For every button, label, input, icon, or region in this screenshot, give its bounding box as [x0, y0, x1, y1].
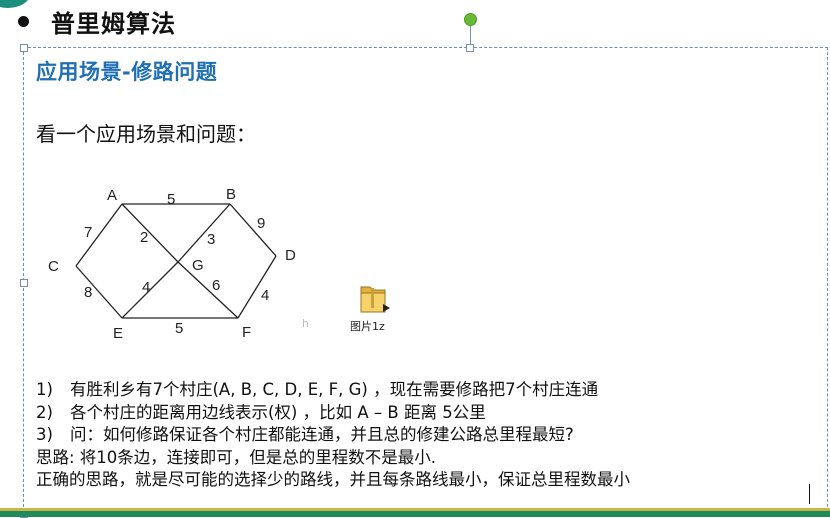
problem-number: 3) — [36, 425, 53, 444]
file-attachment-label: 图片1z — [350, 320, 385, 333]
edge-weight-E-G: 4 — [142, 279, 150, 296]
slide-bottom-bar — [0, 508, 830, 517]
slide-subtitle[interactable]: 应用场景-修路问题 — [36, 56, 217, 86]
edge-C-E — [75, 265, 123, 319]
edge-weight-A-G: 2 — [140, 229, 148, 246]
edge-B-D — [229, 203, 277, 257]
text-cursor — [809, 484, 810, 504]
problem-number: 1) — [36, 380, 53, 399]
resize-handle-top[interactable] — [466, 44, 474, 52]
slide-title-row: 普里姆算法 — [18, 4, 176, 38]
problem-number: 2) — [36, 402, 53, 422]
problem-text-block[interactable]: 1) 有胜利乡有7个村庄(A, B, C, D, E, F, G) ，现在需要修路… — [36, 379, 630, 492]
problem-text: 有胜利乡有7个村庄(A, B, C, D, E, F, G) ，现在需要修路把7… — [70, 380, 599, 399]
problem-text: 问：如何修路保证各个村庄都能连通，并且总的修建公路总里程最短? — [70, 425, 574, 444]
edge-weight-A-B: 5 — [167, 191, 175, 208]
problem-text: 各个村庄的距离用边线表示(权) ，比如 A – B 距离 5公里 — [70, 402, 486, 422]
edge-A-C — [75, 203, 123, 267]
edge-A-G — [121, 203, 179, 263]
resize-handle-top-left[interactable] — [20, 44, 28, 52]
node-label-E: E — [113, 325, 123, 342]
edge-weight-D-F: 4 — [261, 287, 269, 304]
node-label-B: B — [226, 186, 236, 203]
node-label-D: D — [285, 247, 296, 264]
edge-G-F — [177, 261, 239, 319]
rotate-handle-stem — [470, 24, 471, 46]
edge-weight-C-E: 8 — [84, 284, 92, 301]
file-attachment[interactable] — [354, 282, 394, 320]
node-label-A: A — [107, 187, 117, 204]
edge-weight-G-F: 6 — [212, 277, 220, 294]
edge-weight-B-D: 9 — [257, 215, 265, 232]
edge-weight-A-C: 7 — [84, 224, 92, 241]
edge-D-F — [237, 255, 277, 319]
resize-handle-left[interactable] — [20, 279, 28, 287]
folder-icon — [360, 286, 390, 313]
node-label-G: G — [192, 257, 204, 274]
edge-B-G — [177, 203, 231, 263]
edge-weight-B-G: 3 — [207, 231, 215, 248]
edge-weight-E-F: 5 — [175, 320, 183, 337]
node-label-F: F — [242, 324, 251, 341]
node-label-C: C — [48, 258, 59, 275]
bullet-icon — [18, 15, 29, 27]
slide-title[interactable]: 普里姆算法 — [51, 4, 176, 39]
correct-idea-line: 正确的思路，就是尽可能的选择少的路线，并且每条路线最小，保证总里程数最小 — [36, 470, 630, 489]
stray-text: h — [302, 317, 309, 330]
rotate-handle[interactable] — [464, 13, 477, 26]
problem-line-2: 2) 各个村庄的距离用边线表示(权) ，比如 A – B 距离 5公里 — [36, 402, 630, 425]
problem-line-3: 3) 问：如何修路保证各个村庄都能连通，并且总的修建公路总里程最短? — [36, 424, 630, 447]
idea-line: 思路: 将10条边，连接即可，但是总的里程数不是最小. — [36, 447, 437, 467]
intro-text[interactable]: 看一个应用场景和问题： — [36, 118, 256, 147]
problem-line-1: 1) 有胜利乡有7个村庄(A, B, C, D, E, F, G) ，现在需要修路… — [36, 379, 630, 402]
village-graph-diagram: A B C D E F G 5 7 2 3 9 8 4 6 4 5 — [48, 186, 296, 342]
